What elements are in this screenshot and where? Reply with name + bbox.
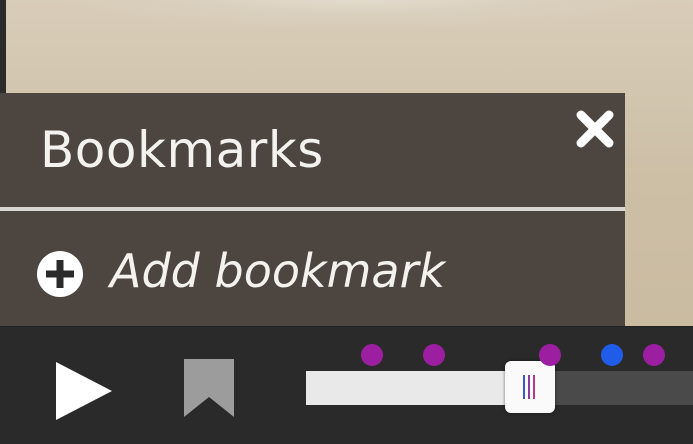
add-bookmark-label: Add bookmark: [110, 244, 446, 298]
add-bookmark-button[interactable]: Add bookmark: [0, 211, 625, 326]
handle-grip: [528, 375, 531, 399]
timeline-bookmark-marker[interactable]: [600, 344, 623, 366]
bookmark-button[interactable]: [182, 357, 236, 419]
panel-title: Bookmarks: [40, 121, 324, 179]
timeline-slider[interactable]: [306, 361, 693, 413]
timeline-bookmark-marker[interactable]: [422, 344, 445, 366]
timeline-bookmark-marker[interactable]: [538, 344, 561, 366]
close-icon[interactable]: [573, 107, 617, 151]
player-control-bar: [0, 326, 693, 444]
timeline-handle[interactable]: [505, 361, 556, 413]
timeline-played: [306, 371, 531, 405]
handle-grip: [533, 375, 536, 399]
play-button[interactable]: [52, 360, 114, 422]
bookmarks-panel: Bookmarks Add bookmark: [0, 93, 625, 326]
bookmark-icon: [184, 359, 234, 417]
handle-grip: [523, 375, 526, 399]
timeline-bookmark-marker[interactable]: [643, 344, 666, 366]
plus-circle-icon: [36, 250, 84, 298]
timeline-bookmark-marker[interactable]: [360, 344, 383, 366]
play-icon: [56, 362, 112, 420]
bookmarks-panel-header: Bookmarks: [0, 93, 625, 207]
